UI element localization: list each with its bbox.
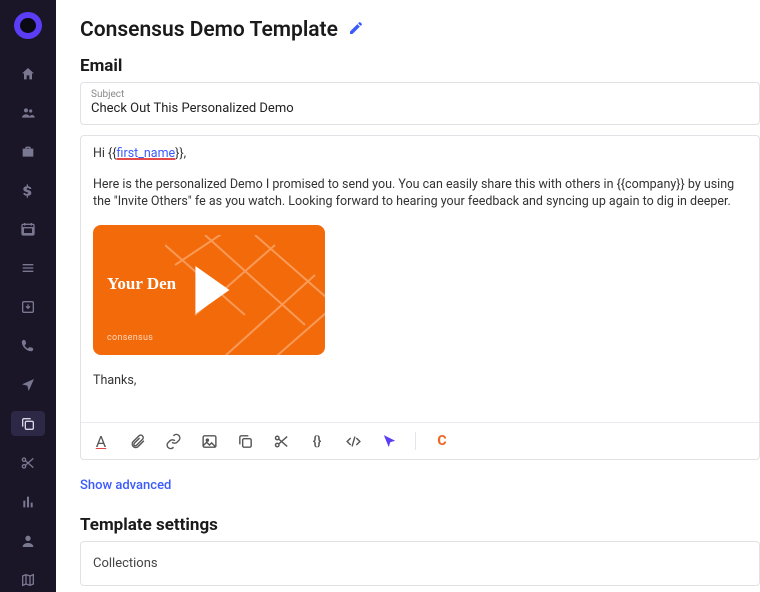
user-icon[interactable]	[11, 528, 45, 553]
geo-pattern-icon	[165, 235, 325, 355]
thumbnail-title: Your Den	[107, 273, 176, 296]
template-settings-heading: Template settings	[80, 515, 760, 535]
code-icon[interactable]	[343, 431, 363, 451]
signoff-line: Thanks,	[93, 373, 747, 390]
subject-field[interactable]: Subject Check Out This Personalized Demo	[80, 82, 760, 125]
page-title: Consensus Demo Template	[80, 18, 338, 42]
copy-icon[interactable]	[235, 431, 255, 451]
toolbar-divider	[415, 432, 416, 450]
briefcase-icon[interactable]	[11, 139, 45, 164]
email-body-editor: Hi {{first_name}}, Here is the personali…	[80, 135, 760, 460]
link-icon[interactable]	[163, 431, 183, 451]
attachment-icon[interactable]	[127, 431, 147, 451]
show-advanced-link[interactable]: Show advanced	[80, 478, 171, 493]
chart-icon[interactable]	[11, 489, 45, 514]
main-content: Consensus Demo Template Email Subject Ch…	[56, 0, 760, 592]
sidebar	[0, 0, 56, 592]
cursor-icon[interactable]	[379, 431, 399, 451]
map-icon[interactable]	[11, 567, 45, 592]
email-section-heading: Email	[80, 56, 760, 76]
greeting-line: Hi {{first_name}},	[93, 146, 747, 163]
templates-icon[interactable]	[11, 411, 45, 436]
home-icon[interactable]	[11, 61, 45, 86]
email-body[interactable]: Hi {{first_name}}, Here is the personali…	[81, 136, 759, 422]
subject-value: Check Out This Personalized Demo	[91, 101, 749, 116]
consensus-badge-icon[interactable]: C	[432, 431, 452, 451]
collections-label: Collections	[93, 556, 158, 571]
download-box-icon[interactable]	[11, 295, 45, 320]
send-icon[interactable]	[11, 373, 45, 398]
merge-field-icon[interactable]: {}	[307, 431, 327, 451]
logo-icon[interactable]	[14, 12, 42, 39]
dollar-icon[interactable]	[11, 178, 45, 203]
scissors-icon[interactable]	[11, 450, 45, 475]
image-icon[interactable]	[199, 431, 219, 451]
phone-icon[interactable]	[11, 334, 45, 359]
text-format-icon[interactable]: A	[91, 431, 111, 451]
stack-icon[interactable]	[11, 256, 45, 281]
subject-label: Subject	[91, 89, 749, 100]
first-name-merge-tag[interactable]: first_name	[117, 146, 176, 161]
calendar-icon[interactable]	[11, 217, 45, 242]
editor-toolbar: A {} C	[81, 422, 759, 459]
collections-field[interactable]: Collections	[80, 541, 760, 586]
demo-video-thumbnail[interactable]: Your Den consensus	[93, 225, 325, 355]
thumbnail-brand: consensus	[107, 332, 153, 344]
snippet-icon[interactable]	[271, 431, 291, 451]
body-paragraph: Here is the personalized Demo I promised…	[93, 177, 747, 211]
people-icon[interactable]	[11, 100, 45, 125]
edit-title-icon[interactable]	[348, 20, 364, 40]
play-icon	[195, 266, 229, 314]
